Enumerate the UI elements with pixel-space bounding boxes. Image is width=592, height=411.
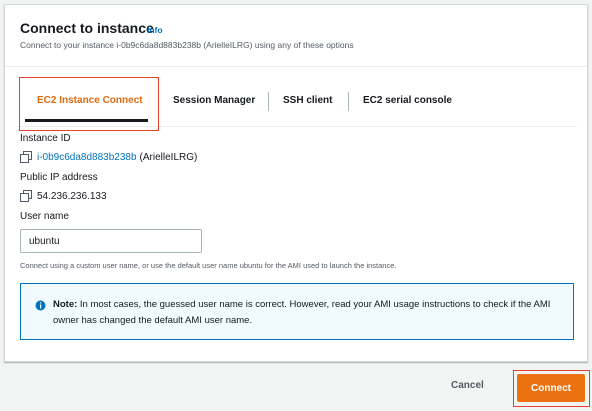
username-hint: Connect using a custom user name, or use… xyxy=(20,261,397,270)
instance-id-link[interactable]: i-0b9c6da8d883b238b xyxy=(37,152,137,163)
username-label: User name xyxy=(20,211,69,222)
tab-session-manager[interactable]: Session Manager xyxy=(173,95,255,106)
username-input[interactable] xyxy=(20,229,202,253)
connect-button[interactable]: Connect xyxy=(517,374,585,402)
modal-subtitle: Connect to your instance i-0b9c6da8d883b… xyxy=(20,40,354,50)
public-ip-value: 54.236.236.133 xyxy=(37,190,107,202)
info-link[interactable]: Info xyxy=(147,25,163,35)
public-ip-label: Public IP address xyxy=(20,172,98,183)
connect-modal: Connect to instance Info Connect to your… xyxy=(4,4,588,362)
connect-to-instance-page: Connect to instance Info Connect to your… xyxy=(0,0,592,411)
tab-divider xyxy=(268,92,269,111)
modal-title: Connect to instance xyxy=(20,20,154,36)
public-ip-row: 54.236.236.133 xyxy=(20,190,107,202)
cancel-button[interactable]: Cancel xyxy=(451,380,484,391)
copy-icon[interactable] xyxy=(20,151,32,163)
tab-ec2-serial-console[interactable]: EC2 serial console xyxy=(363,95,452,106)
info-alert: Note: In most cases, the guessed user na… xyxy=(20,283,574,340)
active-tab-highlight xyxy=(19,77,159,131)
note-body: In most cases, the guessed user name is … xyxy=(53,299,551,326)
tab-ssh-client[interactable]: SSH client xyxy=(283,95,332,106)
info-icon xyxy=(35,298,46,311)
instance-name: (ArielleILRG) xyxy=(139,151,198,163)
tab-divider xyxy=(348,92,349,111)
copy-icon[interactable] xyxy=(20,190,32,202)
modal-header: Connect to instance Info Connect to your… xyxy=(5,5,587,67)
instance-id-label: Instance ID xyxy=(20,133,71,144)
instance-id-row: i-0b9c6da8d883b238b (ArielleILRG) xyxy=(20,151,197,163)
note-text: Note: In most cases, the guessed user na… xyxy=(53,297,563,329)
note-prefix: Note: xyxy=(53,299,78,310)
